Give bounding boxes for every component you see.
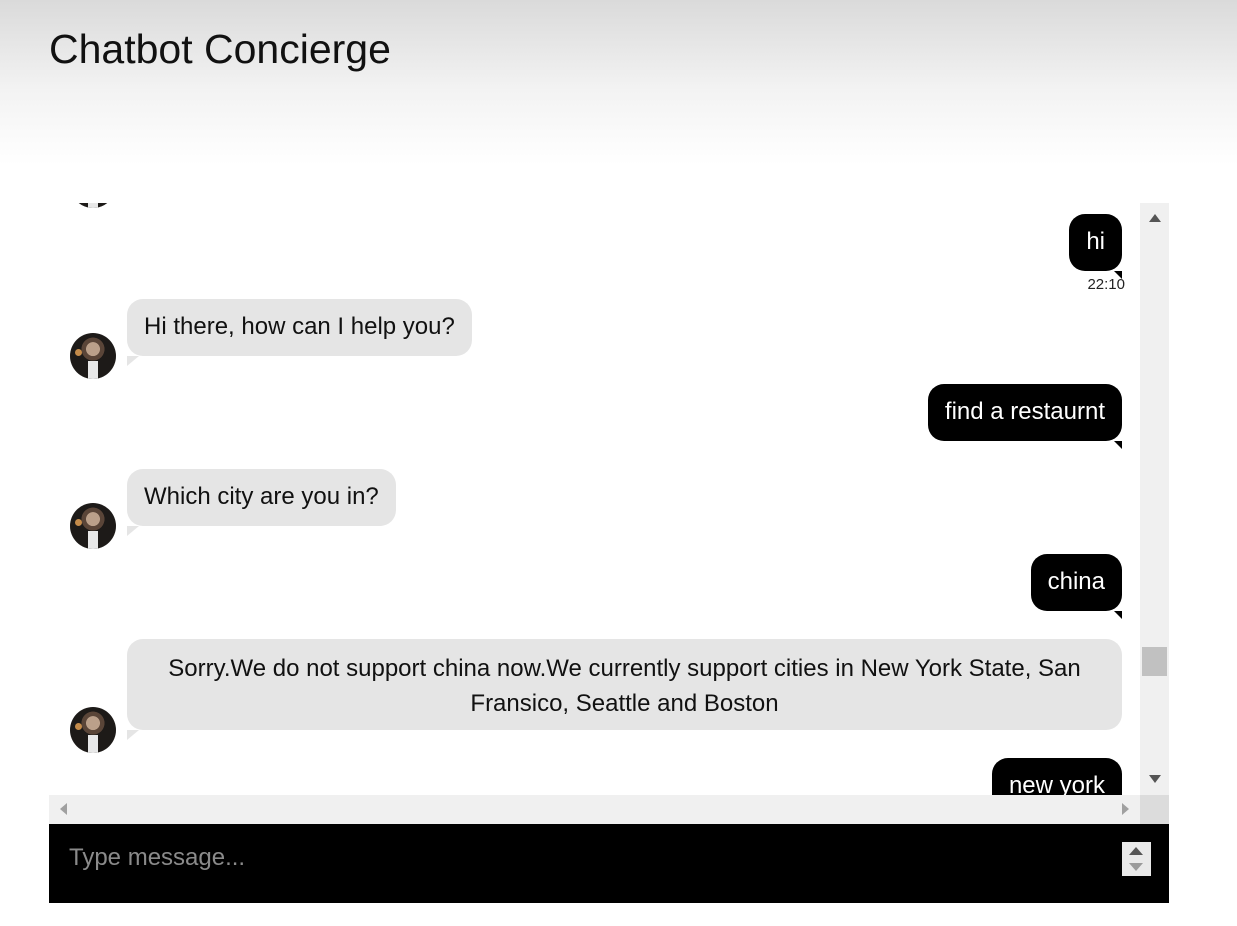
message-composer bbox=[49, 824, 1169, 903]
input-spinner[interactable] bbox=[1122, 842, 1151, 876]
vertical-scrollbar[interactable] bbox=[1140, 203, 1169, 795]
bot-avatar bbox=[70, 203, 116, 208]
scrollbar-corner bbox=[1140, 795, 1169, 824]
scroll-right-icon[interactable] bbox=[1122, 803, 1129, 815]
bot-avatar bbox=[70, 333, 116, 379]
bot-message: Hi there, how can I help you? bbox=[127, 299, 472, 366]
spinner-down-icon[interactable] bbox=[1129, 863, 1143, 871]
user-message: china bbox=[1030, 554, 1123, 619]
message-input[interactable] bbox=[67, 840, 1111, 876]
spinner-up-icon[interactable] bbox=[1129, 847, 1143, 855]
scroll-left-icon[interactable] bbox=[60, 803, 67, 815]
message-timestamp: 22:10 bbox=[1087, 276, 1125, 293]
bot-message: Which city are you in? bbox=[127, 469, 396, 536]
bot-avatar bbox=[70, 503, 116, 549]
header: Chatbot Concierge bbox=[0, 0, 1237, 165]
user-message: find a restaurnt bbox=[927, 384, 1123, 449]
horizontal-scrollbar[interactable] bbox=[49, 795, 1140, 824]
scroll-down-icon[interactable] bbox=[1149, 775, 1161, 783]
bot-message: Sorry.We do not support china now.We cur… bbox=[127, 639, 1122, 740]
scroll-thumb[interactable] bbox=[1142, 647, 1167, 676]
bot-avatar bbox=[70, 707, 116, 753]
user-message: new york bbox=[991, 758, 1122, 795]
page-title: Chatbot Concierge bbox=[49, 26, 391, 72]
scroll-up-icon[interactable] bbox=[1149, 214, 1161, 222]
chat-window[interactable]: hi 22:10 Hi there, how can I help you? f… bbox=[49, 203, 1140, 795]
user-message: hi bbox=[1069, 214, 1122, 279]
